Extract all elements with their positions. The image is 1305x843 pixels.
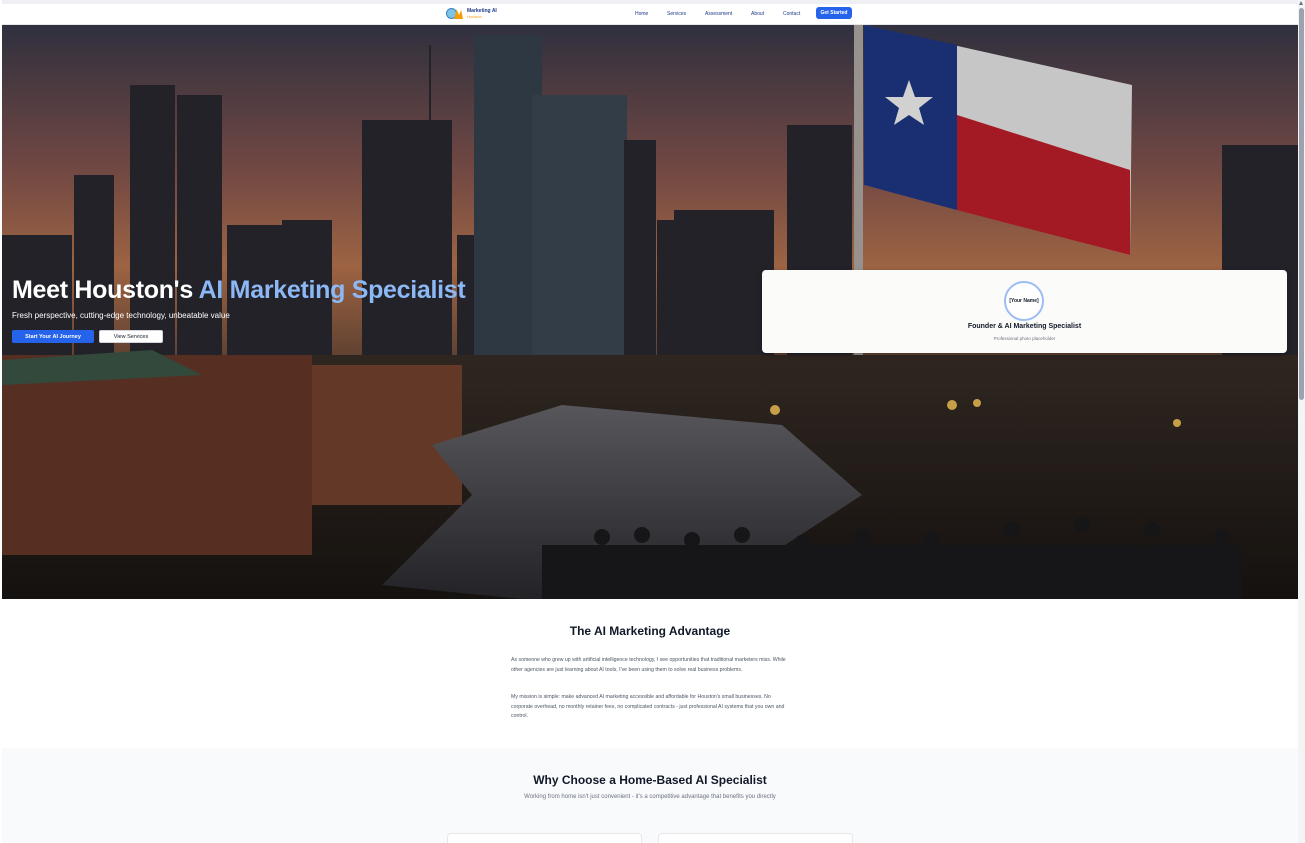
start-journey-button[interactable]: Start Your AI Journey <box>12 330 94 343</box>
profile-photo-note: Professional photo placeholder <box>993 336 1056 341</box>
brand-logo[interactable]: Marketing AI Houston <box>446 7 497 20</box>
profile-card: [Your Name] Founder & AI Marketing Speci… <box>762 270 1287 353</box>
scroll-up-icon[interactable] <box>1299 1 1303 5</box>
brand-city: Houston <box>467 13 482 19</box>
hero-content: Meet Houston's AI Marketing Specialist F… <box>12 276 466 343</box>
page: Marketing AI Houston Home Services Asses… <box>2 0 1298 843</box>
hero-title-accent: AI Marketing Specialist <box>198 276 466 304</box>
advantage-paragraph-2: My mission is simple: make advanced AI m… <box>511 694 785 719</box>
navbar: Marketing AI Houston Home Services Asses… <box>2 0 1298 25</box>
avatar: [Your Name] <box>1004 281 1044 321</box>
advantage-paragraph-1: As someone who grew up with artificial i… <box>511 657 786 673</box>
hero-title: Meet Houston's AI Marketing Specialist <box>12 276 466 304</box>
why-section: Why Choose a Home-Based AI Specialist Wo… <box>2 748 1298 843</box>
hero-section: Meet Houston's AI Marketing Specialist F… <box>2 25 1298 599</box>
logo-icon <box>446 7 464 20</box>
feature-card <box>447 833 642 843</box>
get-started-button[interactable]: Get Started <box>816 7 852 19</box>
advantage-title: The AI Marketing Advantage <box>569 624 731 638</box>
nav-home[interactable]: Home <box>635 11 648 17</box>
view-services-button[interactable]: View Services <box>99 330 163 343</box>
nav-assessment[interactable]: Assessment <box>705 11 732 17</box>
advantage-section: The AI Marketing Advantage As someone wh… <box>2 599 1298 748</box>
nav-contact[interactable]: Contact <box>783 11 800 17</box>
feature-card <box>658 833 853 843</box>
profile-title: Founder & AI Marketing Specialist <box>967 323 1082 330</box>
scrollbar[interactable] <box>1298 0 1305 843</box>
hero-subtitle: Fresh perspective, cutting-edge technolo… <box>12 311 230 320</box>
why-subtitle: Working from home isn't just convenient … <box>524 794 776 800</box>
nav-about[interactable]: About <box>751 11 764 17</box>
scrollbar-thumb[interactable] <box>1299 8 1304 400</box>
nav-services[interactable]: Services <box>667 11 686 17</box>
why-title: Why Choose a Home-Based AI Specialist <box>533 773 767 787</box>
